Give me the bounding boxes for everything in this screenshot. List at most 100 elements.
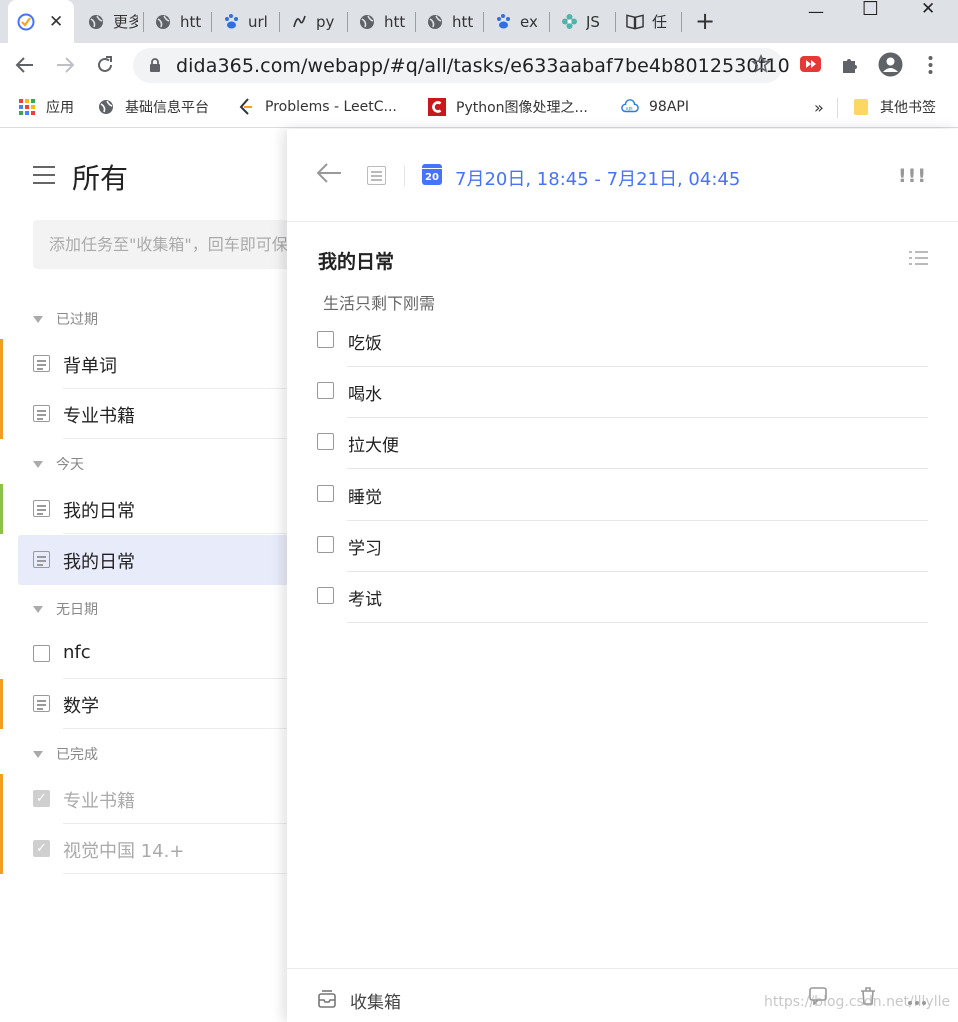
checklist-toggle-icon[interactable] xyxy=(909,250,928,265)
script-icon xyxy=(290,13,308,31)
task-item-selected[interactable]: 我的日常 xyxy=(0,535,300,585)
more-options-icon[interactable] xyxy=(907,991,927,1011)
task-description[interactable]: 生活只剩下刚需 xyxy=(323,290,435,314)
subtask-name[interactable]: 学习 xyxy=(348,534,382,559)
comment-icon[interactable] xyxy=(809,987,827,1010)
bookmark-other[interactable]: 其他书签 xyxy=(852,96,936,118)
minimize-button[interactable]: — xyxy=(808,2,824,22)
header-divider xyxy=(404,166,405,186)
task-item[interactable]: nfc xyxy=(0,629,300,679)
subtask-item[interactable]: 喝水 xyxy=(287,367,958,418)
bookmark-star-icon[interactable] xyxy=(751,54,771,79)
maximize-button[interactable]: ☐ xyxy=(862,0,879,20)
subtask-checkbox[interactable] xyxy=(317,331,334,348)
tab-close-icon[interactable]: ✕ xyxy=(49,12,63,32)
tab-3[interactable]: htt xyxy=(145,0,207,43)
bookmark-label: 基础信息平台 xyxy=(125,100,209,116)
globe-icon xyxy=(358,13,376,31)
task-item[interactable]: 背单词 xyxy=(0,339,300,389)
subtask-checkbox[interactable] xyxy=(317,485,334,502)
tab-4[interactable]: url xyxy=(213,0,275,43)
hamburger-menu-icon[interactable] xyxy=(33,166,55,184)
tab-9[interactable]: JS xyxy=(551,0,611,43)
inbox-icon[interactable] xyxy=(318,990,336,1008)
calendar-icon[interactable]: 20 xyxy=(422,164,442,185)
subtask-name[interactable]: 考试 xyxy=(348,585,382,610)
reload-button[interactable] xyxy=(95,55,115,79)
window-close-button[interactable]: ✕ xyxy=(921,0,935,19)
tab-5[interactable]: py xyxy=(281,0,343,43)
selection-highlight xyxy=(18,535,300,585)
bookmark-label: 98API xyxy=(649,99,689,115)
tab-10[interactable]: 任 xyxy=(617,0,677,43)
bookmark-leetcode[interactable]: Problems - LeetC... xyxy=(237,96,397,118)
caret-down-icon xyxy=(33,750,43,758)
reload-icon xyxy=(98,56,112,72)
checked-checkbox-icon[interactable]: ✓ xyxy=(33,790,50,807)
youtube-extension-icon[interactable] xyxy=(800,56,821,76)
note-mode-icon[interactable] xyxy=(367,166,386,185)
address-bar[interactable]: dida365.com/webapp/#q/all/tasks/e633aaba… xyxy=(133,48,790,83)
section-overdue[interactable]: 已过期 xyxy=(33,309,98,329)
task-item[interactable]: 我的日常 xyxy=(0,484,300,534)
task-item[interactable]: 数学 xyxy=(0,679,300,729)
divider xyxy=(63,438,300,439)
subtask-name[interactable]: 拉大便 xyxy=(348,431,399,456)
section-label: 已过期 xyxy=(56,312,98,328)
new-tab-button[interactable]: + xyxy=(695,8,715,34)
checked-checkbox-icon[interactable]: ✓ xyxy=(33,840,50,857)
subtask-name[interactable]: 吃饭 xyxy=(348,329,382,354)
subtask-item[interactable]: 考试 xyxy=(287,572,958,623)
subtask-item[interactable]: 学习 xyxy=(287,521,958,572)
subtask-checkbox[interactable] xyxy=(317,433,334,450)
browser-menu-icon[interactable] xyxy=(928,55,933,79)
tab-divider xyxy=(347,12,348,32)
subtask-checkbox[interactable] xyxy=(317,382,334,399)
task-title[interactable]: 我的日常 xyxy=(318,247,394,274)
tab-8[interactable]: ex xyxy=(485,0,545,43)
add-task-input[interactable] xyxy=(33,220,303,269)
dida-check-icon xyxy=(17,13,35,31)
bookmark-apps[interactable]: 应用 xyxy=(18,96,74,118)
arrow-right-icon xyxy=(57,57,75,73)
tab-6[interactable]: htt xyxy=(349,0,411,43)
subtask-name[interactable]: 喝水 xyxy=(348,380,382,405)
subtask-name[interactable]: 睡觉 xyxy=(348,483,382,508)
globe-icon xyxy=(97,98,115,116)
bookmarks-overflow-button[interactable]: » xyxy=(814,96,824,118)
forward-button[interactable] xyxy=(55,55,75,79)
tab-7[interactable]: htt xyxy=(417,0,479,43)
globe-icon xyxy=(87,13,105,31)
back-arrow-icon[interactable] xyxy=(316,162,342,188)
detail-header: 20 7月20日, 18:45 - 7月21日, 04:45 !!! xyxy=(287,129,958,222)
leetcode-icon xyxy=(237,98,255,116)
tab-dida[interactable]: ✕ xyxy=(8,0,74,43)
section-completed[interactable]: 已完成 xyxy=(33,744,98,764)
list-selector[interactable]: 收集箱 xyxy=(350,988,401,1013)
task-item[interactable]: 专业书籍 xyxy=(0,389,300,439)
bookmark-csdn[interactable]: Python图像处理之... xyxy=(428,96,588,118)
subtask-checkbox[interactable] xyxy=(317,536,334,553)
tab-2[interactable]: 更多 xyxy=(78,0,138,43)
apps-grid-icon xyxy=(18,98,36,116)
caret-down-icon xyxy=(33,460,43,468)
subtask-item[interactable]: 拉大便 xyxy=(287,418,958,469)
due-date[interactable]: 7月20日, 18:45 - 7月21日, 04:45 xyxy=(455,165,740,191)
subtask-item[interactable]: 睡觉 xyxy=(287,470,958,521)
subtask-checkbox[interactable] xyxy=(317,587,334,604)
task-item-completed[interactable]: ✓ 视觉中国 14.+ xyxy=(0,824,300,874)
priority-flag-icon[interactable]: !!! xyxy=(898,165,927,187)
bookmark-98api[interactable]: API 98API xyxy=(621,96,689,118)
back-button[interactable] xyxy=(15,55,35,79)
section-today[interactable]: 今天 xyxy=(33,454,84,474)
checkbox[interactable] xyxy=(33,645,50,662)
task-item-completed[interactable]: ✓ 专业书籍 xyxy=(0,774,300,824)
trash-icon[interactable] xyxy=(860,987,876,1010)
bookmark-platform[interactable]: 基础信息平台 xyxy=(97,96,209,118)
section-no-date[interactable]: 无日期 xyxy=(33,599,98,619)
task-detail-panel: 20 7月20日, 18:45 - 7月21日, 04:45 !!! 我的日常 … xyxy=(287,129,958,1022)
profile-avatar-icon[interactable] xyxy=(878,52,903,81)
extensions-puzzle-icon[interactable] xyxy=(840,55,860,79)
section-label: 今天 xyxy=(56,457,84,473)
subtask-item[interactable]: 吃饭 xyxy=(287,316,958,367)
